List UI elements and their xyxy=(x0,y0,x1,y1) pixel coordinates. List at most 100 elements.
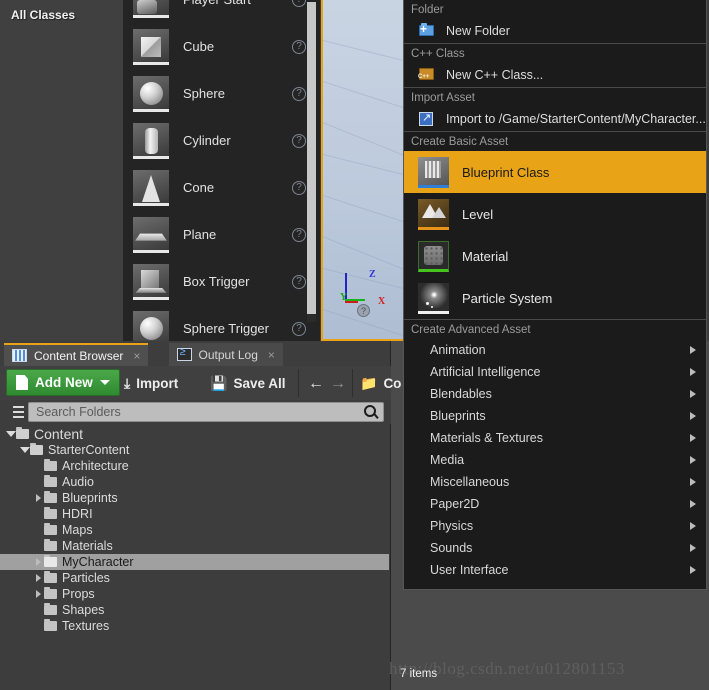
class-item-help-icon[interactable]: ? xyxy=(292,180,306,195)
add-new-button[interactable]: Add New xyxy=(6,369,120,396)
tree-item-architecture[interactable]: Architecture xyxy=(0,458,389,474)
class-item-help-icon[interactable]: ? xyxy=(292,227,306,242)
basic-asset-particle-system[interactable]: Particle System xyxy=(404,277,706,319)
chevron-right-icon xyxy=(690,368,696,376)
class-item-label: Plane xyxy=(183,227,217,242)
tree-item-shapes[interactable]: Shapes xyxy=(0,602,389,618)
advanced-asset-animation[interactable]: Animation xyxy=(404,339,706,361)
tree-twisty-open-icon[interactable] xyxy=(20,442,30,458)
tab-output-log[interactable]: Output Log × xyxy=(168,343,283,366)
app-root: All Classes Player Start?Cube?Sphere?Cyl… xyxy=(0,0,709,690)
advanced-asset-materials-textures[interactable]: Materials & Textures xyxy=(404,427,706,449)
tree-item-audio[interactable]: Audio xyxy=(0,474,389,490)
tree-item-hdri[interactable]: HDRI xyxy=(0,506,389,522)
chevron-right-icon xyxy=(690,434,696,442)
tree-twisty-closed-icon[interactable] xyxy=(34,490,43,506)
class-list-item[interactable]: Box Trigger? xyxy=(123,258,320,305)
class-item-label: Sphere xyxy=(183,86,225,101)
class-list-item[interactable]: Cylinder? xyxy=(123,117,320,164)
menu-item-import-asset[interactable]: Import to /Game/StarterContent/MyCharact… xyxy=(404,107,706,131)
advanced-asset-label: Animation xyxy=(430,343,486,357)
advanced-asset-user-interface[interactable]: User Interface xyxy=(404,559,706,581)
class-list-scrollbar[interactable] xyxy=(307,2,316,322)
class-item-help-icon[interactable]: ? xyxy=(292,0,306,7)
basic-asset-material[interactable]: Material xyxy=(404,235,706,277)
filters-icon[interactable] xyxy=(8,405,24,419)
import-asset-icon xyxy=(418,111,438,127)
advanced-asset-media[interactable]: Media xyxy=(404,449,706,471)
search-folders-input[interactable]: Search Folders xyxy=(28,402,384,422)
save-all-button[interactable]: 💾 Save All xyxy=(210,372,285,394)
tree-twisty-closed-icon[interactable] xyxy=(34,586,43,602)
basic-asset-blueprint-class[interactable]: Blueprint Class xyxy=(404,151,706,193)
chevron-right-icon xyxy=(690,346,696,354)
class-list-item[interactable]: Cube? xyxy=(123,23,320,70)
class-list-item[interactable]: Cone? xyxy=(123,164,320,211)
import-button[interactable]: ⤓ Import xyxy=(124,372,178,394)
basic-asset-level[interactable]: Level xyxy=(404,193,706,235)
tree-item-maps[interactable]: Maps xyxy=(0,522,389,538)
path-label: Co xyxy=(383,375,402,391)
cylinder-thumbnail xyxy=(133,122,169,159)
advanced-asset-miscellaneous[interactable]: Miscellaneous xyxy=(404,471,706,493)
basic-asset-label: Level xyxy=(462,206,494,222)
item-count-status: 7 items xyxy=(400,668,438,680)
tree-item-particles[interactable]: Particles xyxy=(0,570,389,586)
close-icon[interactable]: × xyxy=(133,349,140,363)
tree-item-mycharacter[interactable]: MyCharacter xyxy=(0,554,389,570)
advanced-asset-paper2d[interactable]: Paper2D xyxy=(404,493,706,515)
class-list-item[interactable]: Plane? xyxy=(123,211,320,258)
class-list-item[interactable]: Sphere Trigger? xyxy=(123,305,320,341)
tree-item-props[interactable]: Props xyxy=(0,586,389,602)
advanced-asset-blendables[interactable]: Blendables xyxy=(404,383,706,405)
class-list-item[interactable]: Sphere? xyxy=(123,70,320,117)
save-all-label: Save All xyxy=(233,375,286,391)
level-viewport[interactable]: Z Y X ? xyxy=(321,0,403,341)
folder-icon xyxy=(44,507,57,519)
tree-item-blueprints[interactable]: Blueprints xyxy=(0,490,389,506)
viewport-help-icon[interactable]: ? xyxy=(357,304,370,317)
forward-button[interactable]: → xyxy=(330,375,346,393)
path-picker-button[interactable]: 📁 Co xyxy=(360,372,401,394)
particle-system-thumbnail xyxy=(418,282,449,314)
menu-item-label: New Folder xyxy=(446,24,510,38)
tree-twisty-closed-icon[interactable] xyxy=(34,554,43,570)
advanced-asset-physics[interactable]: Physics xyxy=(404,515,706,537)
class-item-help-icon[interactable]: ? xyxy=(292,86,306,101)
tree-item-startercontent[interactable]: StarterContent xyxy=(0,442,389,458)
tree-item-label: Audio xyxy=(62,475,94,489)
sphere-thumbnail xyxy=(133,75,169,112)
folder-tree[interactable]: Content StarterContent Architecture Audio Bl… xyxy=(0,426,389,671)
class-item-label: Box Trigger xyxy=(183,274,250,289)
folder-icon xyxy=(44,539,57,551)
advanced-asset-sounds[interactable]: Sounds xyxy=(404,537,706,559)
class-item-help-icon[interactable]: ? xyxy=(292,274,306,289)
folder-icon xyxy=(16,427,29,439)
close-icon[interactable]: × xyxy=(268,348,275,362)
add-new-context-menu[interactable]: Folder New Folder C++ Class New C++ Class..… xyxy=(403,0,707,590)
tree-item-textures[interactable]: Textures xyxy=(0,618,389,634)
tree-twisty-closed-icon[interactable] xyxy=(34,570,43,586)
class-item-help-icon[interactable]: ? xyxy=(292,321,306,336)
menu-item-cpp-class[interactable]: New C++ Class... xyxy=(404,63,706,87)
tab-content-browser[interactable]: Content Browser × xyxy=(4,343,149,366)
tree-item-content[interactable]: Content xyxy=(0,426,389,442)
class-list-item[interactable]: Player Start? xyxy=(123,0,320,23)
tree-twisty-open-icon[interactable] xyxy=(6,426,16,442)
box-trigger-thumbnail xyxy=(133,263,169,300)
back-button[interactable]: ← xyxy=(308,375,324,393)
content-area-background xyxy=(391,590,709,659)
menu-item-new-folder[interactable]: New Folder xyxy=(404,19,706,43)
chevron-right-icon xyxy=(690,456,696,464)
advanced-asset-artificial-intelligence[interactable]: Artificial Intelligence xyxy=(404,361,706,383)
advanced-asset-blueprints[interactable]: Blueprints xyxy=(404,405,706,427)
class-item-help-icon[interactable]: ? xyxy=(292,39,306,54)
tree-item-label: Blueprints xyxy=(62,491,118,505)
search-icon xyxy=(364,405,376,417)
class-item-help-icon[interactable]: ? xyxy=(292,133,306,148)
tree-item-materials[interactable]: Materials xyxy=(0,538,389,554)
class-list[interactable]: Player Start?Cube?Sphere?Cylinder?Cone?P… xyxy=(123,0,320,341)
